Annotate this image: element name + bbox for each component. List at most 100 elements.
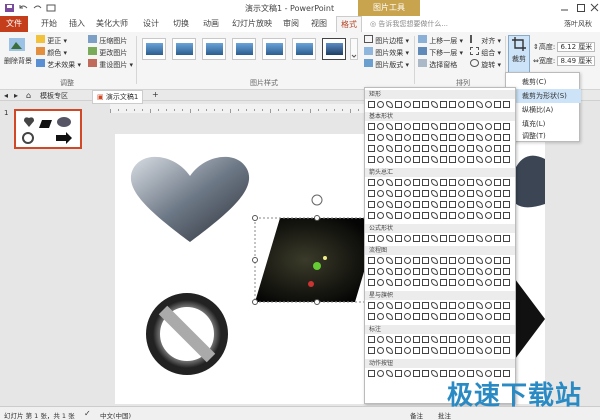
shape-option[interactable]: [386, 336, 393, 343]
shape-option[interactable]: [395, 190, 402, 197]
shape-option[interactable]: [485, 145, 492, 152]
picture-style-2[interactable]: [172, 38, 196, 60]
shape-option[interactable]: [413, 101, 420, 108]
shape-option[interactable]: [503, 302, 510, 309]
shape-option[interactable]: [494, 279, 501, 286]
shape-option[interactable]: [503, 235, 510, 242]
shape-option[interactable]: [431, 313, 438, 320]
shape-option[interactable]: [449, 336, 456, 343]
shape-option[interactable]: [404, 134, 411, 141]
shape-option[interactable]: [404, 302, 411, 309]
shape-option[interactable]: [413, 123, 420, 130]
shape-option[interactable]: [431, 302, 438, 309]
shape-option[interactable]: [458, 190, 465, 197]
doc-tab-templates[interactable]: 模板专区: [40, 91, 68, 101]
shape-option[interactable]: [413, 179, 420, 186]
shape-row[interactable]: [367, 278, 515, 288]
shape-option[interactable]: [422, 156, 429, 163]
shape-option[interactable]: [422, 179, 429, 186]
shape-row[interactable]: [367, 200, 515, 210]
reset-picture-button[interactable]: 重设图片 ▾: [88, 59, 133, 71]
shape-option[interactable]: [377, 257, 384, 264]
shape-option[interactable]: [485, 336, 492, 343]
shape-option[interactable]: [404, 123, 411, 130]
shape-option[interactable]: [413, 302, 420, 309]
shape-option[interactable]: [467, 347, 474, 354]
tab-transitions[interactable]: 切换: [170, 16, 192, 32]
shape-option[interactable]: [431, 347, 438, 354]
shape-option[interactable]: [395, 145, 402, 152]
shape-option[interactable]: [377, 279, 384, 286]
shape-option[interactable]: [440, 302, 447, 309]
shape-option[interactable]: [422, 370, 429, 377]
shape-option[interactable]: [440, 101, 447, 108]
shape-option[interactable]: [467, 145, 474, 152]
shape-option[interactable]: [422, 257, 429, 264]
shape-option[interactable]: [485, 279, 492, 286]
shape-option[interactable]: [458, 257, 465, 264]
shape-option[interactable]: [449, 235, 456, 242]
shape-row[interactable]: [367, 100, 515, 110]
shape-option[interactable]: [449, 190, 456, 197]
shape-option[interactable]: [494, 235, 501, 242]
shape-option[interactable]: [440, 145, 447, 152]
picture-style-7[interactable]: [322, 38, 346, 60]
shape-option[interactable]: [494, 201, 501, 208]
shape-option[interactable]: [503, 123, 510, 130]
shape-option[interactable]: [476, 235, 483, 242]
shape-option[interactable]: [386, 370, 393, 377]
shape-option[interactable]: [449, 123, 456, 130]
picture-style-5[interactable]: [262, 38, 286, 60]
shape-option[interactable]: [476, 123, 483, 130]
shape-option[interactable]: [467, 336, 474, 343]
shape-option[interactable]: [368, 279, 375, 286]
shape-option[interactable]: [377, 336, 384, 343]
shape-option[interactable]: [458, 279, 465, 286]
shape-option[interactable]: [422, 279, 429, 286]
shape-row[interactable]: [367, 346, 515, 356]
tab-format[interactable]: 格式: [336, 16, 362, 32]
new-tab-icon[interactable]: +: [152, 90, 159, 99]
shape-option[interactable]: [368, 257, 375, 264]
shape-option[interactable]: [368, 156, 375, 163]
shape-option[interactable]: [467, 190, 474, 197]
shape-option[interactable]: [386, 313, 393, 320]
shape-option[interactable]: [503, 347, 510, 354]
shape-option[interactable]: [431, 179, 438, 186]
tab-meihua[interactable]: 美化大师: [94, 16, 130, 32]
shape-option[interactable]: [476, 212, 483, 219]
shape-option[interactable]: [431, 279, 438, 286]
shape-option[interactable]: [377, 156, 384, 163]
shape-option[interactable]: [476, 302, 483, 309]
shape-option[interactable]: [476, 347, 483, 354]
shape-option[interactable]: [413, 279, 420, 286]
shape-option[interactable]: [386, 134, 393, 141]
shape-option[interactable]: [485, 190, 492, 197]
shape-option[interactable]: [476, 190, 483, 197]
shape-option[interactable]: [449, 179, 456, 186]
redo-icon[interactable]: [32, 3, 43, 13]
shape-option[interactable]: [485, 212, 492, 219]
shape-option[interactable]: [395, 156, 402, 163]
shape-option[interactable]: [467, 313, 474, 320]
shape-option[interactable]: [413, 134, 420, 141]
shape-option[interactable]: [440, 268, 447, 275]
shape-option[interactable]: [431, 257, 438, 264]
shape-option[interactable]: [458, 179, 465, 186]
shape-option[interactable]: [368, 347, 375, 354]
shape-option[interactable]: [494, 123, 501, 130]
shape-option[interactable]: [413, 145, 420, 152]
shape-option[interactable]: [458, 201, 465, 208]
shape-option[interactable]: [476, 279, 483, 286]
shape-option[interactable]: [458, 235, 465, 242]
minimize-icon[interactable]: [560, 3, 570, 15]
shape-option[interactable]: [377, 190, 384, 197]
shape-option[interactable]: [458, 134, 465, 141]
shape-option[interactable]: [503, 201, 510, 208]
shape-option[interactable]: [503, 179, 510, 186]
shape-option[interactable]: [485, 302, 492, 309]
shape-option[interactable]: [449, 279, 456, 286]
shape-option[interactable]: [404, 279, 411, 286]
shape-option[interactable]: [377, 212, 384, 219]
shape-option[interactable]: [395, 201, 402, 208]
